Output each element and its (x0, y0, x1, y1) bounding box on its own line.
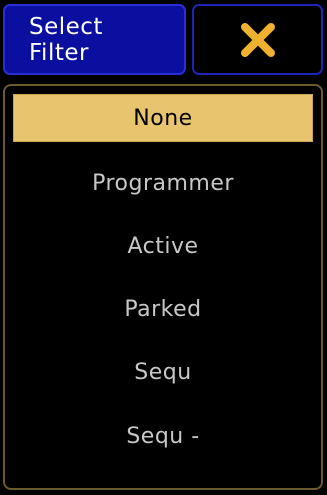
close-x-icon (240, 22, 275, 57)
filter-option-programmer[interactable]: Programmer (13, 159, 313, 207)
filter-option-none[interactable]: None (13, 94, 313, 142)
title-line-1: Select (29, 13, 103, 40)
title-line-2: Filter (29, 39, 89, 66)
filter-option-active[interactable]: Active (13, 222, 313, 270)
dialog-title: Select Filter (3, 4, 186, 75)
filter-option-parked[interactable]: Parked (13, 285, 313, 333)
filter-option-sequ[interactable]: Sequ (13, 348, 313, 396)
filter-list: None Programmer Active Parked Sequ Sequ … (3, 84, 323, 490)
close-button[interactable] (192, 4, 323, 75)
filter-option-sequ-minus[interactable]: Sequ - (13, 412, 313, 460)
